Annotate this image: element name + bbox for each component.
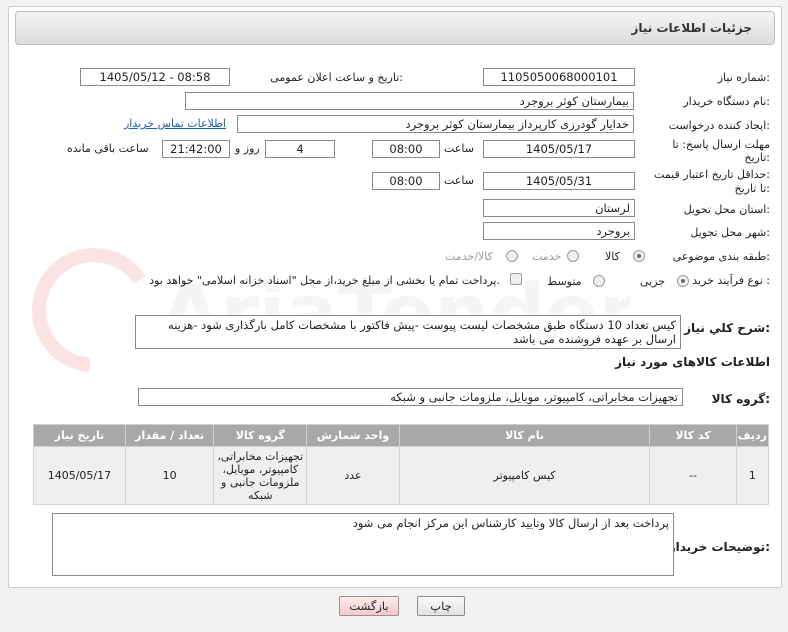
creator-field[interactable]: خدایار گودرزی کارپرداز بیمارستان کوثر بر…	[237, 115, 634, 133]
treasury-payment-checkbox[interactable]	[510, 273, 522, 285]
purchase-type-label: نوع فرآیند خرید :	[692, 274, 770, 287]
province-label: استان محل تحویل:	[683, 203, 770, 216]
days-field[interactable]: 4	[265, 140, 335, 158]
remaining-label: ساعت باقی مانده	[67, 142, 149, 155]
reply-date-field[interactable]: 1405/05/17	[483, 140, 635, 158]
table-header-row: ردیف کد کالا نام کالا واحد شمارش گروه کا…	[33, 424, 770, 447]
reply-deadline-label: مهلت ارسال پاسخ: تا	[672, 138, 770, 151]
goods-group-field[interactable]: تجهیزات مخابراتی، کامپیوتر، موبایل، ملزو…	[138, 388, 683, 406]
col-goods-name: نام کالا	[398, 424, 651, 447]
need-number-label: شماره نیاز:	[717, 71, 770, 84]
province-field[interactable]: لرستان	[483, 199, 635, 217]
page-title: جزئیات اطلاعات نیاز	[631, 21, 752, 35]
category-radio-both[interactable]	[506, 250, 518, 262]
buyer-notes-text: پرداخت بعد از ارسال کالا وتایید کارشناس …	[352, 516, 669, 530]
price-time-field[interactable]: 08:00	[372, 172, 440, 190]
col-row-number: ردیف	[735, 424, 770, 447]
purchase-radio-minor[interactable]	[677, 275, 689, 287]
goods-group-label: گروه کالا:	[711, 392, 770, 406]
purchase-radio-medium[interactable]	[593, 275, 605, 287]
price-validity-label: حداقل تاریخ اعتبار قیمت:	[654, 168, 770, 181]
buyer-notes-field[interactable]: پرداخت بعد از ارسال کالا وتایید کارشناس …	[52, 513, 674, 576]
cell-row-number: 1	[735, 446, 770, 505]
table-row[interactable]: 1 -- کیس کامپیوتر عدد تجهیزات مخابراتی، …	[33, 446, 770, 505]
city-label: شهر محل تحویل:	[690, 226, 770, 239]
title-bar: جزئیات اطلاعات نیاز	[15, 11, 775, 45]
category-service-label: خدمت	[532, 250, 562, 263]
back-button[interactable]: بازگشت	[339, 596, 399, 616]
category-goods-label: کالا	[605, 250, 620, 263]
reply-time-label: ساعت	[444, 142, 474, 155]
category-radio-service[interactable]	[567, 250, 579, 262]
reply-deadline-label-2: تاریخ:	[744, 151, 770, 164]
goods-info-title: اطلاعات کالاهای مورد نیاز	[615, 355, 770, 369]
reply-time-field[interactable]: 08:00	[372, 140, 440, 158]
purchase-medium-label: متوسط	[547, 275, 582, 288]
category-radio-goods[interactable]	[633, 250, 645, 262]
buyer-notes-label: توضیحات خریدار:	[668, 540, 770, 554]
col-goods-code: کد کالا	[649, 424, 737, 447]
cell-goods-group: تجهیزات مخابراتی، کامپیوتر، موبایل، ملزو…	[213, 446, 308, 505]
col-quantity: تعداد / مقدار	[124, 424, 215, 447]
announce-label: تاریخ و ساعت اعلان عمومی:	[270, 71, 403, 84]
cell-unit: عدد	[306, 446, 400, 505]
announce-field[interactable]: 1405/05/12 - 08:58	[80, 68, 230, 86]
purchase-minor-label: جزیی	[640, 275, 666, 288]
description-label: شرح کلي نياز:	[684, 321, 770, 335]
description-field[interactable]: کیس تعداد 10 دستگاه طبق مشخصات لیست پیوس…	[135, 315, 681, 349]
category-both-label: کالا/خدمت	[445, 250, 493, 263]
treasury-payment-note: پرداخت تمام یا بخشی از مبلغ خرید،از محل …	[149, 274, 500, 287]
days-label: روز و	[235, 142, 260, 155]
buyer-contact-link[interactable]: اطلاعات تماس خریدار	[124, 117, 226, 130]
print-button[interactable]: چاپ	[417, 596, 465, 616]
col-need-date: تاریخ نیاز	[33, 424, 126, 447]
price-date-field[interactable]: 1405/05/31	[483, 172, 635, 190]
items-table: ردیف کد کالا نام کالا واحد شمارش گروه کا…	[33, 424, 770, 505]
creator-label: ایجاد کننده درخواست:	[668, 119, 770, 132]
buyer-org-field[interactable]: بیمارستان کوثر بروجرد	[185, 92, 634, 110]
price-validity-label-2: تا تاریخ:	[734, 182, 770, 195]
need-number-field[interactable]: 1105050068000101	[483, 68, 635, 86]
price-time-label: ساعت	[444, 174, 474, 187]
buyer-org-label: نام دستگاه خریدار:	[683, 95, 770, 108]
category-label: طبقه بندی موضوعی:	[672, 250, 770, 263]
col-unit: واحد شمارش	[306, 424, 400, 447]
cell-goods-name: کیس کامپیوتر	[398, 446, 651, 505]
cell-quantity: 10	[124, 446, 215, 505]
cell-need-date: 1405/05/17	[33, 446, 126, 505]
city-field[interactable]: بروجرد	[483, 222, 635, 240]
cell-goods-code: --	[649, 446, 737, 505]
col-goods-group: گروه کالا	[213, 424, 308, 447]
remaining-time-field[interactable]: 21:42:00	[162, 140, 230, 158]
